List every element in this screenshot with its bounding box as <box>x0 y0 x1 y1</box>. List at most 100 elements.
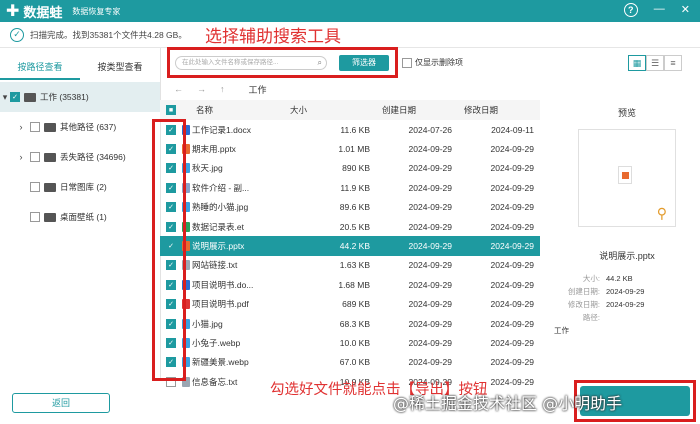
tree-checkbox[interactable] <box>30 182 40 192</box>
tree-item-label: 桌面壁纸 (1) <box>60 212 107 222</box>
table-row[interactable]: ✓ 秋天.jpg 890 KB 2024-09-29 2024-09-29 <box>160 159 540 178</box>
list-view-icon[interactable]: ☰ <box>646 55 664 71</box>
file-created: 2024-09-29 <box>408 357 452 368</box>
search-icon[interactable]: ⌕ <box>318 57 322 69</box>
file-name: 网站链接.txt <box>192 260 238 271</box>
only-deleted-label: 仅显示删除项 <box>415 58 463 67</box>
app-name: 数据蛙 <box>23 4 63 20</box>
scan-status-bar: ✓ 扫描完成。找到35381个文件共4.28 GB。 <box>0 22 700 48</box>
collapse-arrow-icon[interactable]: ▾ <box>0 92 10 103</box>
zoom-search-icon[interactable]: ⚲ <box>657 205 667 222</box>
preview-file-name: 说明展示.pptx <box>599 251 655 261</box>
file-table: ■ 名称 大小 创建日期 修改日期 ✓ 工作记录1.docx 11.6 KB 2024… <box>160 100 540 391</box>
file-created: 2024-09-29 <box>408 279 452 290</box>
file-size: 1.68 MB <box>338 279 370 290</box>
plus-logo-icon: ✚ <box>6 3 20 20</box>
table-row[interactable]: ✓ 软件介绍 - 副... 11.9 KB 2024-09-29 2024-09-29 <box>160 178 540 197</box>
tree-item-work[interactable]: ▾ ✓ 工作 (35381) <box>0 82 160 112</box>
file-created: 2024-09-29 <box>408 202 452 213</box>
table-row[interactable]: ✓ 数据记录表.et 20.5 KB 2024-09-29 2024-09-29 <box>160 217 540 236</box>
file-modified: 2024-09-29 <box>490 357 534 368</box>
tree-item-label: 其他路径 (637) <box>60 122 117 132</box>
file-created: 2024-09-29 <box>408 241 452 252</box>
file-created: 2024-09-29 <box>408 163 452 174</box>
expand-arrow-icon[interactable]: › <box>16 122 26 132</box>
scan-status-text: 扫描完成。找到35381个文件共4.28 GB。 <box>30 29 187 40</box>
forward-arrow-icon[interactable]: → <box>197 84 206 94</box>
col-modified[interactable]: 修改日期 <box>452 104 534 116</box>
file-created: 2024-09-29 <box>408 260 452 271</box>
grid-view-icon[interactable]: ▦ <box>628 55 646 71</box>
file-name: 数据记录表.et <box>192 221 244 232</box>
file-modified: 2024-09-29 <box>490 144 534 155</box>
select-all-checkbox[interactable]: ■ <box>166 105 176 115</box>
help-button[interactable]: ? <box>623 3 638 17</box>
detail-view-icon[interactable]: ≡ <box>664 55 682 71</box>
back-arrow-icon[interactable]: ← <box>174 84 183 94</box>
file-name: 秋天.jpg <box>192 163 223 174</box>
preview-thumbnail: ⚲ <box>578 129 676 227</box>
table-row[interactable]: ✓ 小兔子.webp 10.0 KB 2024-09-29 2024-09-29 <box>160 333 540 352</box>
file-size: 67.0 KB <box>339 357 370 368</box>
table-row[interactable]: ✓ 项目说明书.pdf 689 KB 2024-09-29 2024-09-29 <box>160 295 540 314</box>
col-created[interactable]: 创建日期 <box>370 104 452 116</box>
folder-icon <box>44 212 56 222</box>
tab-by-path[interactable]: 按路径查看 <box>0 56 80 80</box>
watermark: @稀土掘金技术社区 @小明助手 <box>393 394 623 413</box>
app-subtitle: 数据恢复专家 <box>72 6 121 16</box>
col-size[interactable]: 大小 <box>290 104 370 116</box>
tree-checkbox[interactable] <box>30 122 40 132</box>
table-row[interactable]: ✓ 说明展示.pptx 44.2 KB 2024-09-29 2024-09-29 <box>160 236 540 256</box>
file-size: 689 KB <box>342 299 370 310</box>
meta-created-label: 创建日期: <box>567 287 600 296</box>
file-size: 1.63 KB <box>339 260 370 271</box>
back-button[interactable]: 返回 <box>12 393 110 413</box>
tree-checkbox[interactable] <box>30 212 40 222</box>
file-created: 2024-09-29 <box>408 221 452 232</box>
tree-checkbox[interactable] <box>30 152 40 162</box>
folder-icon <box>44 182 56 192</box>
checkbox-column-highlight <box>152 119 186 381</box>
close-button[interactable]: ✕ <box>681 3 690 17</box>
table-row[interactable]: ✓ 小猫.jpg 68.3 KB 2024-09-29 2024-09-29 <box>160 314 540 333</box>
only-deleted-checkbox[interactable] <box>402 57 412 68</box>
tree-item-lost-paths[interactable]: › 丢失路径 (34696) <box>0 142 160 172</box>
table-row[interactable]: ✓ 熟睡的小猫.jpg 89.6 KB 2024-09-29 2024-09-29 <box>160 198 540 217</box>
table-row[interactable]: ✓ 新疆美景.webp 67.0 KB 2024-09-29 2024-09-29 <box>160 353 540 372</box>
table-row[interactable]: ✓ 期末用.pptx 1.01 MB 2024-09-29 2024-09-29 <box>160 139 540 158</box>
table-row[interactable]: ✓ 网站链接.txt 1.63 KB 2024-09-29 2024-09-29 <box>160 256 540 275</box>
annotation-top: 选择辅助搜索工具 <box>205 27 341 47</box>
tree-item-daily-gallery[interactable]: 日常图库 (2) <box>0 172 160 202</box>
tree-item-other-paths[interactable]: › 其他路径 (637) <box>0 112 160 142</box>
up-arrow-icon[interactable]: ↑ <box>220 84 225 94</box>
folder-tree: ▾ ✓ 工作 (35381) › 其他路径 (637) › 丢失路径 (3469… <box>0 82 160 232</box>
minimize-button[interactable]: — <box>654 3 665 17</box>
tree-checkbox[interactable]: ✓ <box>10 92 20 102</box>
meta-path-label: 路径: <box>582 313 600 322</box>
preview-title: 预览 <box>617 108 636 118</box>
tab-by-type[interactable]: 按类型查看 <box>80 56 160 80</box>
file-created: 2024-09-29 <box>408 318 452 329</box>
filter-button[interactable]: 筛选器 <box>339 55 389 71</box>
nav-row: ← → ↑ 工作 <box>160 80 700 98</box>
tree-item-label: 日常图库 (2) <box>60 182 107 192</box>
folder-icon <box>44 152 56 162</box>
file-name: 项目说明书.pdf <box>192 299 249 310</box>
file-name: 期末用.pptx <box>192 144 236 155</box>
only-deleted-toggle[interactable]: 仅显示删除项 <box>402 57 463 68</box>
file-modified: 2024-09-11 <box>491 124 534 135</box>
file-modified: 2024-09-29 <box>490 299 534 310</box>
file-name: 信息备忘.txt <box>192 376 238 387</box>
expand-arrow-icon[interactable]: › <box>16 152 26 162</box>
search-input[interactable]: 在此处输入文件名称或保存路径... ⌕ <box>175 56 327 70</box>
table-row[interactable]: ✓ 工作记录1.docx 11.6 KB 2024-07-26 2024-09-11 <box>160 120 540 139</box>
file-modified: 2024-09-29 <box>490 221 534 232</box>
col-name[interactable]: 名称 <box>182 104 290 116</box>
search-placeholder: 在此处输入文件名称或保存路径... <box>182 59 279 66</box>
file-created: 2024-07-26 <box>408 124 452 135</box>
pptx-file-icon <box>618 166 632 184</box>
current-path: 工作 <box>248 84 267 95</box>
table-row[interactable]: ✓ 项目说明书.do... 1.68 MB 2024-09-29 2024-09-29 <box>160 275 540 294</box>
check-circle-icon: ✓ <box>10 27 24 42</box>
tree-item-wallpapers[interactable]: 桌面壁纸 (1) <box>0 202 160 232</box>
